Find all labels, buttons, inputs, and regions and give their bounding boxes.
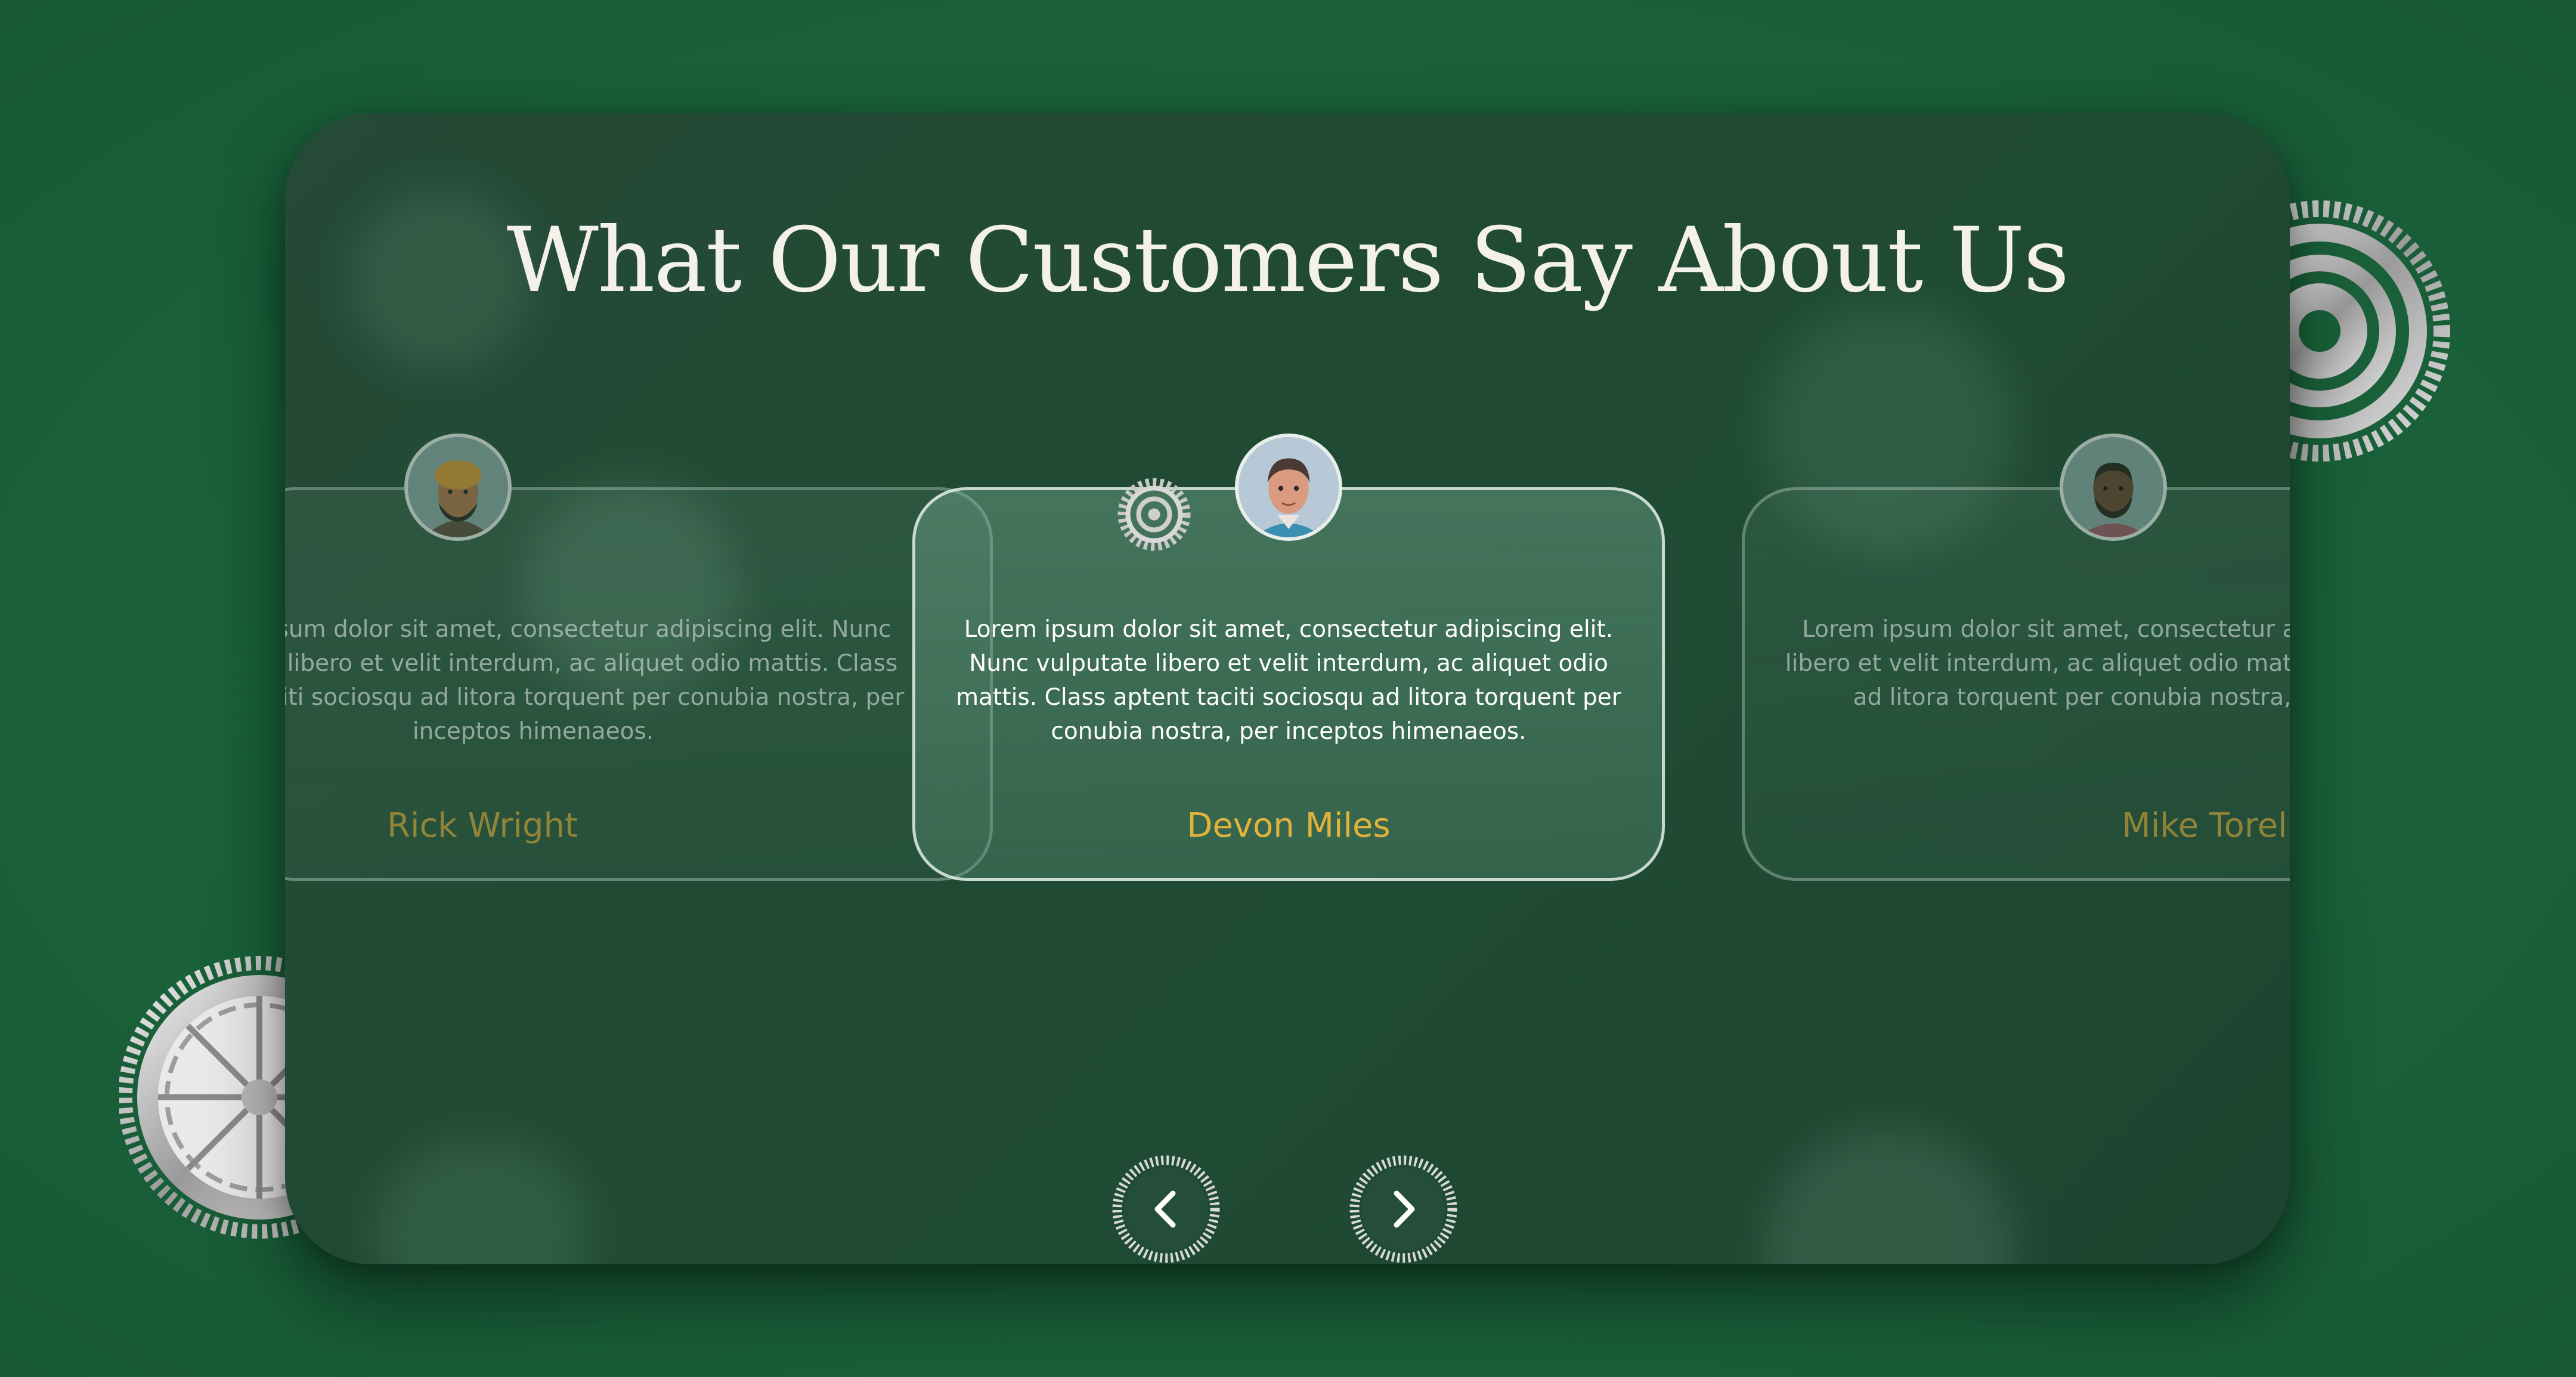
testimonials-panel: What Our Customers Say About Us Lorem ip… bbox=[285, 113, 2290, 1264]
testimonial-quote: Lorem ipsum dolor sit amet, consectetur … bbox=[956, 616, 1621, 745]
testimonial-card-active[interactable]: Lorem ipsum dolor sit amet, consectetur … bbox=[912, 434, 1665, 881]
background-blur bbox=[374, 1139, 589, 1264]
chevron-right-icon bbox=[1349, 1155, 1457, 1263]
gear-icon bbox=[1117, 478, 1191, 551]
testimonial-name: Devon Miles bbox=[1187, 806, 1391, 845]
testimonial-card-left[interactable]: Lorem ipsum dolor sit amet, consectetur … bbox=[285, 434, 993, 881]
avatar-man-icon bbox=[1235, 434, 1342, 541]
page-title: What Our Customers Say About Us bbox=[506, 209, 2070, 312]
testimonial-name: Rick Wright bbox=[387, 806, 578, 845]
testimonials-scene: What Our Customers Say About Us Lorem ip… bbox=[0, 0, 2576, 1377]
avatar-turban-icon bbox=[404, 434, 512, 541]
previous-button[interactable] bbox=[1111, 1154, 1221, 1264]
testimonial-quote: Lorem ipsum dolor sit amet, consectetur … bbox=[285, 616, 905, 745]
avatar-bearded-man-icon bbox=[2060, 434, 2167, 541]
chevron-left-icon bbox=[1112, 1155, 1220, 1263]
background-blur bbox=[1764, 1127, 2014, 1264]
next-button[interactable] bbox=[1348, 1154, 1459, 1264]
testimonial-quote: Lorem ipsum dolor sit amet, consectetur … bbox=[1785, 616, 2290, 711]
testimonial-name: Mike Torello bbox=[2122, 806, 2290, 845]
testimonial-card-right[interactable]: Lorem ipsum dolor sit amet, consectetur … bbox=[1742, 434, 2290, 881]
